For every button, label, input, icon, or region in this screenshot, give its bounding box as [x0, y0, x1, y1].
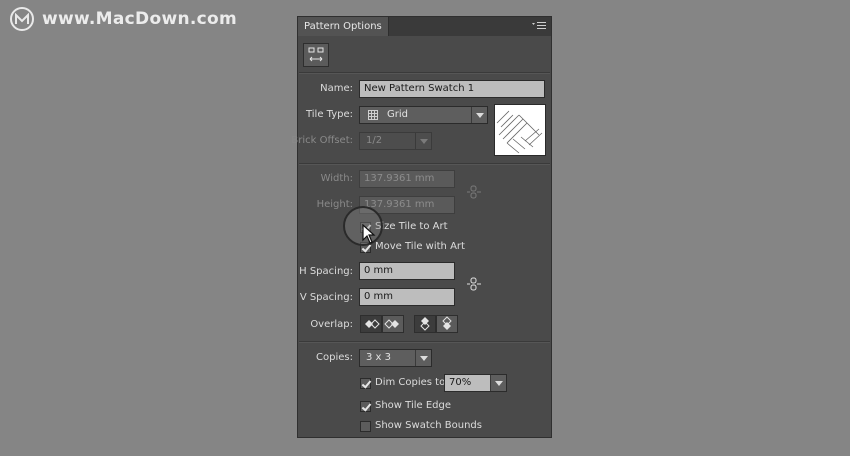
dim-copies-checkbox[interactable] [360, 378, 371, 389]
name-input[interactable]: New Pattern Swatch 1 [359, 80, 545, 98]
chevron-down-icon[interactable] [415, 350, 431, 366]
overlap-left-in-front-button[interactable] [360, 315, 382, 333]
show-swatch-bounds-checkbox[interactable] [360, 421, 371, 432]
watermark-text: www.MacDown.com [42, 9, 237, 29]
panel-menu-icon[interactable] [532, 21, 546, 31]
pattern-tile-tool-button[interactable] [303, 43, 329, 67]
overlap-right-in-front-button[interactable] [382, 315, 404, 333]
chevron-down-icon[interactable] [471, 107, 487, 123]
move-tile-with-art-label: Move Tile with Art [375, 241, 465, 252]
copies-value: 3 x 3 [366, 352, 391, 363]
brick-offset-value: 1/2 [366, 135, 383, 146]
width-label: Width: [320, 173, 353, 184]
macdown-logo-icon [10, 7, 34, 31]
overlap-left-icon [365, 319, 380, 329]
separator [299, 72, 550, 74]
show-tile-edge-label: Show Tile Edge [375, 400, 452, 411]
pattern-tile-tool-icon [308, 47, 324, 62]
spacing-link-icon[interactable] [466, 277, 482, 291]
separator [299, 341, 550, 343]
grid-icon [368, 110, 378, 120]
h-spacing-input[interactable]: 0 mm [359, 262, 455, 280]
copies-label: Copies: [316, 352, 353, 363]
overlap-bottom-in-front-button[interactable] [436, 315, 458, 333]
pattern-options-panel: Pattern Options Name: New Pattern Swatch… [291, 16, 552, 438]
width-input[interactable]: 137.9361 mm [359, 170, 455, 188]
height-label: Height: [316, 199, 353, 210]
tile-type-dropdown[interactable]: Grid [359, 106, 488, 124]
tile-type-label: Tile Type: [305, 109, 353, 120]
overlap-label: Overlap: [310, 319, 353, 330]
brick-offset-dropdown[interactable]: 1/2 [359, 132, 432, 150]
show-swatch-bounds-label: Show Swatch Bounds [375, 420, 482, 431]
h-spacing-label: H Spacing: [299, 266, 353, 277]
brick-offset-label: Brick Offset: [291, 135, 353, 146]
overlap-right-icon [384, 319, 399, 329]
size-tile-to-art-label: Size Tile to Art [375, 221, 448, 232]
overlap-top-in-front-button[interactable] [414, 315, 436, 333]
separator [299, 163, 550, 165]
dim-copies-value: 70% [449, 377, 472, 388]
v-spacing-label: V Spacing: [299, 292, 353, 303]
dim-copies-dropdown[interactable]: 70% [444, 374, 507, 392]
copies-dropdown[interactable]: 3 x 3 [359, 349, 432, 367]
chevron-down-icon[interactable] [415, 133, 431, 149]
panel-titlebar[interactable]: Pattern Options [298, 17, 551, 36]
tile-preview [494, 104, 546, 156]
constrain-proportions-link-icon[interactable] [466, 185, 482, 199]
mouse-pointer-icon [362, 224, 376, 244]
v-spacing-input[interactable]: 0 mm [359, 288, 455, 306]
show-tile-edge-checkbox[interactable] [360, 401, 371, 412]
chevron-down-icon[interactable] [490, 375, 506, 391]
watermark: www.MacDown.com [10, 7, 237, 31]
tile-type-value: Grid [387, 109, 408, 120]
name-label: Name: [320, 83, 353, 94]
overlap-bottom-icon [442, 316, 452, 330]
dim-copies-label: Dim Copies to: [375, 377, 449, 388]
panel-tab-pattern-options[interactable]: Pattern Options [298, 17, 389, 36]
overlap-top-icon [420, 317, 430, 331]
